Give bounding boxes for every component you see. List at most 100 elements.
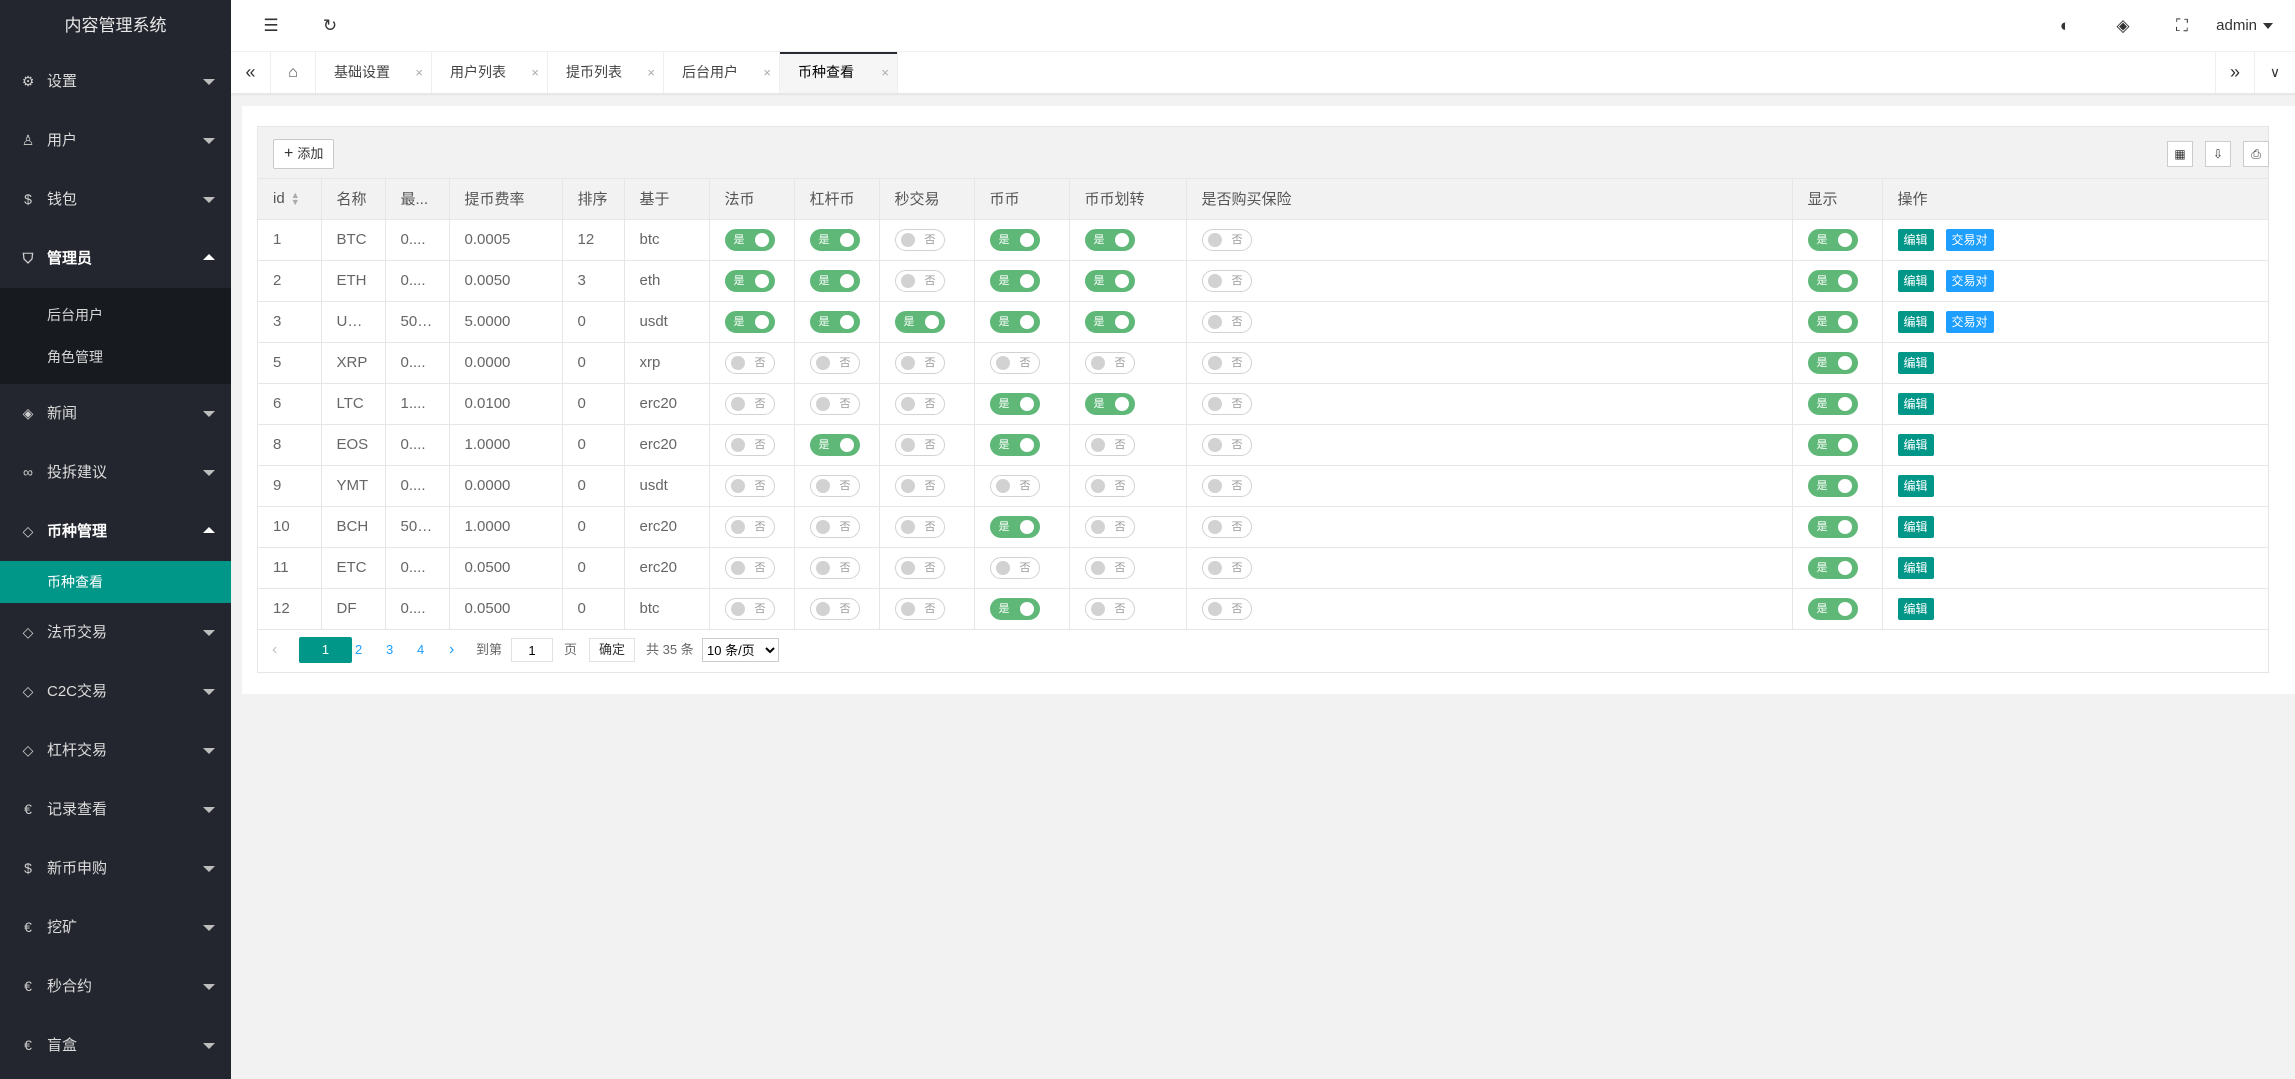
toggle-switch[interactable]: 否: [724, 474, 775, 497]
toggle-switch[interactable]: 否: [809, 597, 860, 620]
toggle-switch[interactable]: 否: [1201, 474, 1252, 497]
tab-2[interactable]: 提币列表 ×: [548, 52, 664, 93]
toggle-switch[interactable]: 否: [1084, 474, 1135, 497]
sidebar-item-9[interactable]: ◇ 杠杆交易: [0, 721, 231, 780]
tab-close-icon[interactable]: ×: [647, 52, 655, 93]
tab-close-icon[interactable]: ×: [415, 52, 423, 93]
toggle-switch[interactable]: 否: [1084, 351, 1135, 374]
sidebar-item-6[interactable]: ◇ 币种管理: [0, 502, 231, 561]
columns-filter-icon[interactable]: ▦: [2167, 141, 2193, 167]
toggle-switch[interactable]: 否: [809, 351, 860, 374]
toggle-switch[interactable]: 是: [989, 269, 1040, 292]
toggle-switch[interactable]: 否: [1201, 269, 1252, 292]
edit-button[interactable]: 编辑: [1897, 310, 1934, 333]
page-2[interactable]: 2: [355, 637, 362, 663]
next-page-icon[interactable]: ›: [449, 637, 454, 663]
toggle-switch[interactable]: 是: [894, 310, 945, 333]
toggle-switch[interactable]: 否: [894, 556, 945, 579]
toggle-switch[interactable]: 是: [989, 515, 1040, 538]
sidebar-subitem[interactable]: 角色管理: [0, 336, 231, 378]
toggle-switch[interactable]: 否: [894, 351, 945, 374]
toggle-switch[interactable]: 否: [809, 556, 860, 579]
toggle-switch[interactable]: 否: [894, 474, 945, 497]
menu-toggle-icon[interactable]: ☰: [251, 0, 291, 52]
prev-page-icon[interactable]: ‹: [272, 637, 277, 663]
tab-1[interactable]: 用户列表 ×: [432, 52, 548, 93]
per-page-select[interactable]: 10 条/页20 条/页30 条/页40 条/页50 条/页: [702, 638, 779, 662]
add-button[interactable]: + 添加: [273, 139, 335, 169]
toggle-switch[interactable]: 否: [724, 351, 775, 374]
toggle-switch[interactable]: 是: [989, 597, 1040, 620]
toggle-switch[interactable]: 是: [1807, 433, 1858, 456]
toggle-switch[interactable]: 否: [724, 433, 775, 456]
toggle-switch[interactable]: 是: [1807, 597, 1858, 620]
tabs-more-icon[interactable]: ∨: [2255, 52, 2295, 93]
sidebar-item-12[interactable]: € 挖矿: [0, 898, 231, 957]
toggle-switch[interactable]: 是: [1084, 392, 1135, 415]
sidebar-item-2[interactable]: $ 钱包: [0, 170, 231, 229]
toggle-switch[interactable]: 否: [894, 228, 945, 251]
user-menu[interactable]: admin: [2216, 0, 2273, 52]
toggle-switch[interactable]: 否: [809, 392, 860, 415]
toggle-switch[interactable]: 是: [809, 269, 860, 292]
tab-3[interactable]: 后台用户 ×: [664, 52, 780, 93]
page-current[interactable]: 1: [299, 637, 352, 663]
toggle-switch[interactable]: 否: [1201, 228, 1252, 251]
toggle-switch[interactable]: 是: [989, 228, 1040, 251]
tab-close-icon[interactable]: ×: [763, 52, 771, 93]
tag-icon[interactable]: ◈: [2103, 0, 2143, 52]
toggle-switch[interactable]: 是: [724, 228, 775, 251]
goto-page-input[interactable]: [511, 638, 553, 662]
sidebar-item-4[interactable]: ◈ 新闻: [0, 384, 231, 443]
toggle-switch[interactable]: 否: [989, 351, 1040, 374]
edit-button[interactable]: 编辑: [1897, 433, 1934, 456]
toggle-switch[interactable]: 否: [1201, 515, 1252, 538]
toggle-switch[interactable]: 是: [1807, 556, 1858, 579]
toggle-switch[interactable]: 是: [1084, 269, 1135, 292]
home-icon[interactable]: ⌂: [271, 52, 316, 93]
toggle-switch[interactable]: 否: [1084, 515, 1135, 538]
sidebar-item-5[interactable]: ∞ 投拆建议: [0, 443, 231, 502]
toggle-switch[interactable]: 是: [1807, 351, 1858, 374]
toggle-switch[interactable]: 否: [1201, 433, 1252, 456]
toggle-switch[interactable]: 是: [1807, 310, 1858, 333]
refresh-icon[interactable]: ↻: [310, 0, 350, 52]
toggle-switch[interactable]: 否: [1084, 597, 1135, 620]
sidebar-item-8[interactable]: ◇ C2C交易: [0, 662, 231, 721]
page-3[interactable]: 3: [386, 637, 393, 663]
toggle-switch[interactable]: 是: [1807, 228, 1858, 251]
toggle-switch[interactable]: 是: [1807, 269, 1858, 292]
toggle-switch[interactable]: 否: [894, 597, 945, 620]
trading-pair-button[interactable]: 交易对: [1945, 310, 1994, 333]
toggle-switch[interactable]: 是: [809, 310, 860, 333]
toggle-switch[interactable]: 否: [809, 515, 860, 538]
sidebar-item-7[interactable]: ◇ 法币交易: [0, 603, 231, 662]
export-icon[interactable]: ⇩: [2205, 141, 2231, 167]
toggle-switch[interactable]: 否: [894, 433, 945, 456]
toggle-switch[interactable]: 否: [724, 597, 775, 620]
toggle-switch[interactable]: 否: [894, 269, 945, 292]
edit-button[interactable]: 编辑: [1897, 392, 1934, 415]
toggle-switch[interactable]: 是: [1807, 474, 1858, 497]
toggle-switch[interactable]: 否: [1201, 556, 1252, 579]
trading-pair-button[interactable]: 交易对: [1945, 228, 1994, 251]
tab-0[interactable]: 基础设置 ×: [316, 52, 432, 93]
tabs-prev-icon[interactable]: «: [231, 52, 271, 93]
tab-close-icon[interactable]: ×: [881, 52, 889, 93]
toggle-switch[interactable]: 是: [1807, 392, 1858, 415]
toggle-switch[interactable]: 否: [724, 392, 775, 415]
toggle-switch[interactable]: 否: [1201, 392, 1252, 415]
edit-button[interactable]: 编辑: [1897, 515, 1934, 538]
toggle-switch[interactable]: 否: [894, 515, 945, 538]
toggle-switch[interactable]: 否: [1201, 351, 1252, 374]
toggle-switch[interactable]: 是: [724, 269, 775, 292]
toggle-switch[interactable]: 否: [1084, 433, 1135, 456]
edit-button[interactable]: 编辑: [1897, 228, 1934, 251]
toggle-switch[interactable]: 否: [1201, 310, 1252, 333]
toggle-switch[interactable]: 否: [989, 474, 1040, 497]
edit-button[interactable]: 编辑: [1897, 474, 1934, 497]
toggle-switch[interactable]: 否: [989, 556, 1040, 579]
page-4[interactable]: 4: [417, 637, 424, 663]
fullscreen-icon[interactable]: ⛶: [2162, 0, 2202, 52]
edit-button[interactable]: 编辑: [1897, 351, 1934, 374]
